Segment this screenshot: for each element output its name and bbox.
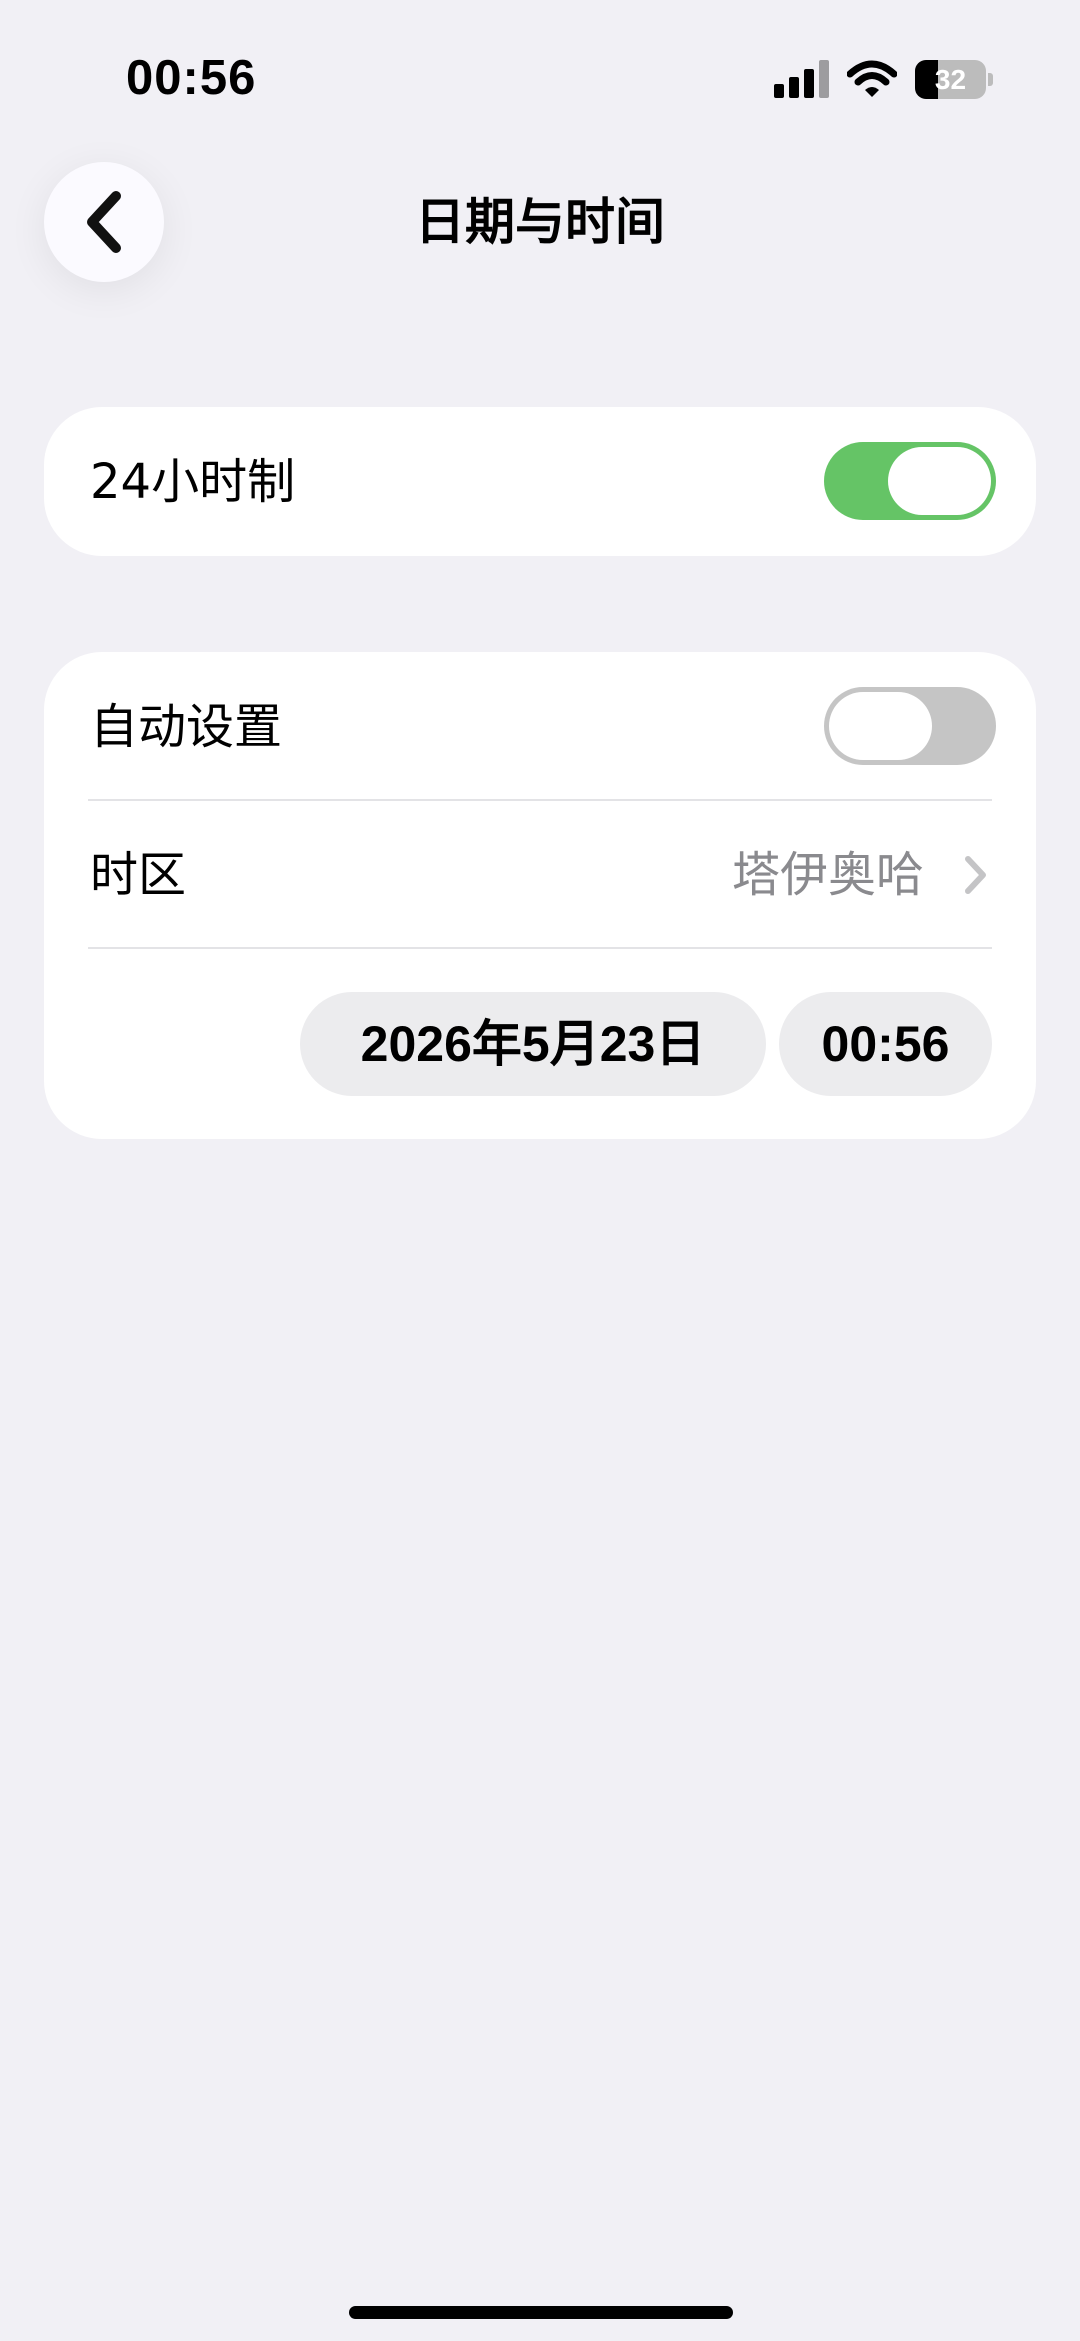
hour24-card: 24小时制 [44,407,1036,556]
timezone-label: 时区 [90,847,187,903]
auto-set-label: 自动设置 [90,699,283,755]
time-picker-button[interactable]: 00:56 [779,992,992,1096]
status-bar: 00:56 32 [0,0,1080,150]
battery-level: 32 [934,64,967,95]
signal-icon [774,60,829,98]
auto-set-row: 自动设置 [44,652,1036,800]
timezone-row[interactable]: 时区 塔伊奥哈 [44,801,1036,948]
hour24-toggle[interactable] [824,442,996,520]
timezone-value: 塔伊奥哈 [731,847,924,903]
auto-set-toggle[interactable] [824,687,996,765]
home-indicator[interactable] [349,2306,733,2319]
divider [88,947,992,949]
date-picker-button[interactable]: 2026年5月23日 [300,992,766,1096]
status-time: 00:56 [126,51,257,105]
battery-icon: 32 [915,60,993,99]
hour24-label: 24小时制 [90,454,296,510]
page-title: 日期与时间 [415,193,665,251]
wifi-icon [847,60,897,97]
chevron-right-icon [965,856,986,894]
datetime-card: 自动设置 时区 塔伊奥哈 2026年5月23日 00:56 [44,652,1036,1139]
hour24-row: 24小时制 [44,407,1036,556]
